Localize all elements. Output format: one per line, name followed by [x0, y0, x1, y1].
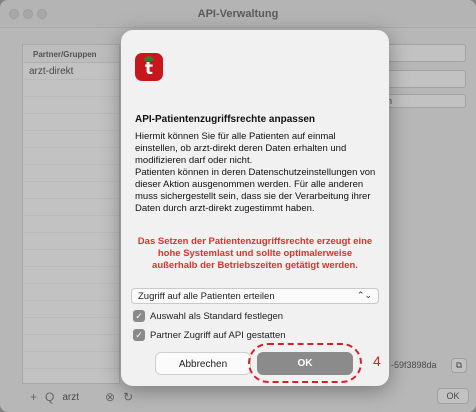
cancel-button[interactable]: Abbrechen — [155, 352, 251, 375]
checkbox-default-label: Auswahl als Standard festlegen — [150, 310, 284, 322]
dialog-title: API-Patientenzugriffsrechte anpassen — [135, 114, 316, 125]
access-select-value: Zugriff auf alle Patienten erteilen — [138, 291, 275, 302]
dialog-body: Hiermit können Sie für alle Patienten au… — [135, 131, 376, 214]
chevron-up-down-icon: ⌃⌄ — [356, 290, 372, 300]
checkbox-api-access-label: Partner Zugriff auf API gestatten — [150, 329, 286, 341]
api-access-checkbox-row[interactable]: ✓ Partner Zugriff auf API gestatten — [133, 328, 286, 342]
permissions-dialog: t API-Patientenzugriffsrechte anpassen H… — [121, 30, 389, 386]
dialog-warning: Das Setzen der Patientenzugriffsrechte e… — [137, 236, 373, 271]
checkbox-default[interactable]: ✓ — [133, 310, 145, 322]
annotation-marker: 4 — [373, 353, 381, 369]
access-select[interactable]: Zugriff auf alle Patienten erteilen ⌃⌄ — [131, 288, 379, 304]
logo-letter: t — [144, 59, 154, 79]
annotation-highlight — [248, 343, 362, 383]
checkbox-api-access[interactable]: ✓ — [133, 329, 145, 341]
app-logo-icon: t — [135, 53, 163, 81]
default-checkbox-row[interactable]: ✓ Auswahl als Standard festlegen — [133, 309, 283, 323]
